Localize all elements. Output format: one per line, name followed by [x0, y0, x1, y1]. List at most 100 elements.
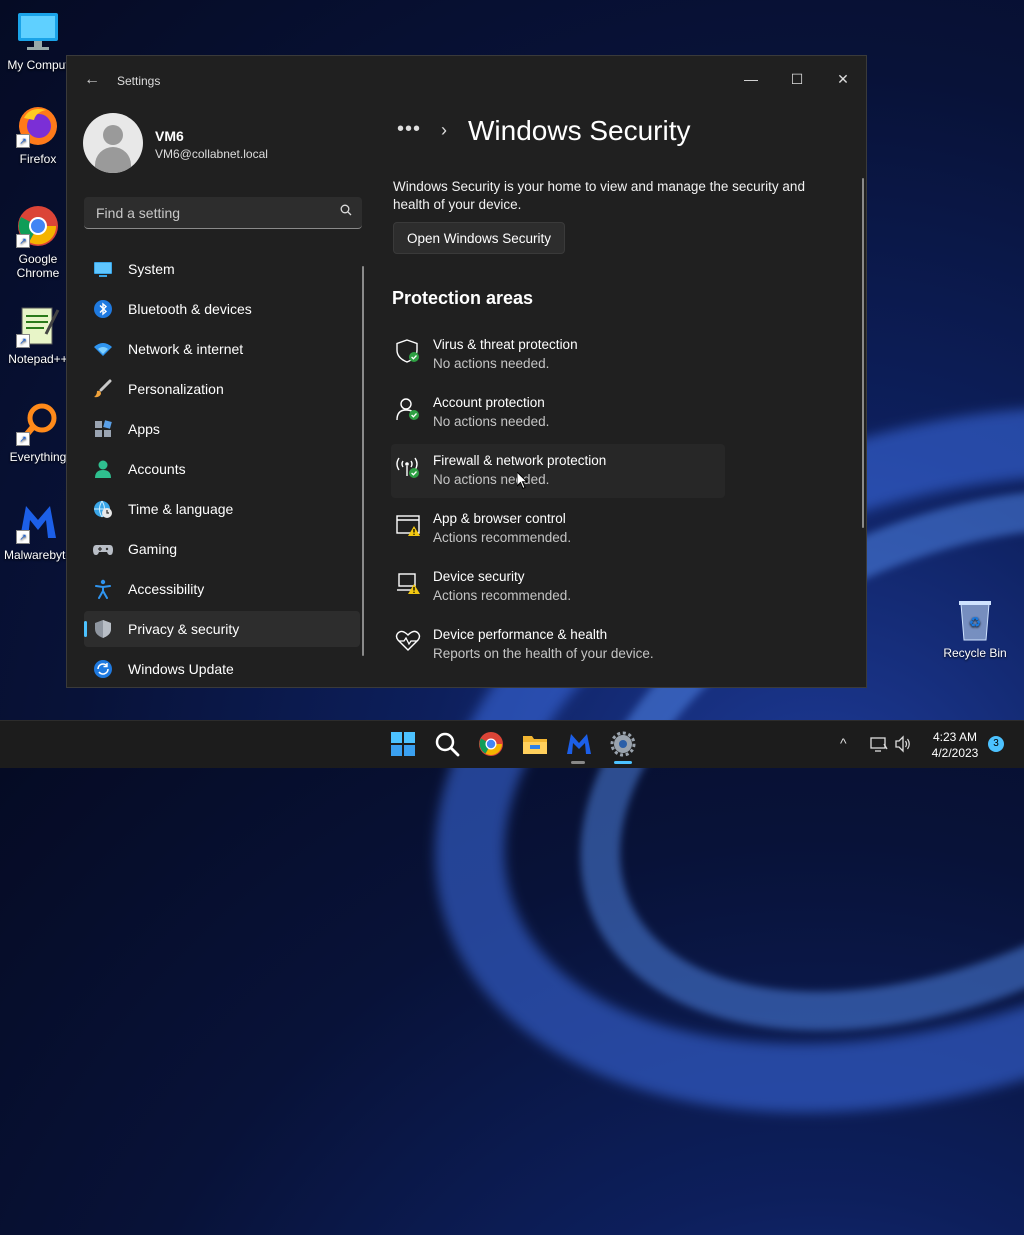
tray-overflow-chevron-icon[interactable]: ^: [840, 735, 847, 751]
desktop-icon-label: Google Chrome: [16, 252, 60, 280]
notification-badge[interactable]: 3: [988, 736, 1004, 752]
firewall-icon: [396, 457, 419, 478]
app-browser-icon: [396, 515, 420, 536]
settings-icon[interactable]: [610, 731, 636, 757]
heart-icon: [395, 630, 421, 651]
area-app-browser[interactable]: App & browser control Actions recommende…: [391, 502, 725, 556]
nav-item-label: Accessibility: [128, 581, 205, 597]
minimize-button[interactable]: —: [731, 64, 771, 94]
protection-areas-list: Virus & threat protection No actions nee…: [391, 328, 725, 676]
svg-text:♻: ♻: [969, 614, 982, 630]
shield-icon: [95, 620, 111, 638]
virus-shield-icon: [396, 339, 419, 363]
desktop-icon-label: Everything: [9, 450, 67, 464]
clock-date: 4/2/2023: [931, 746, 979, 760]
nav-item-personalization[interactable]: Personalization: [84, 371, 360, 407]
search-icon[interactable]: [340, 204, 352, 216]
page-title: Windows Security: [468, 115, 691, 146]
maximize-button[interactable]: ☐: [777, 64, 817, 94]
desktop-icon-label: Recycle Bin: [943, 646, 1007, 660]
nav-item-label: Network & internet: [128, 341, 244, 357]
desktop-icon-everything[interactable]: ↗ Everything: [0, 402, 76, 464]
breadcrumb-chevron-icon: ›: [441, 120, 447, 140]
nav-item-apps[interactable]: Apps: [84, 411, 360, 447]
desktop-icon-malwarebytes[interactable]: ↗ Malwarebyte: [0, 500, 76, 562]
area-title: Device performance & health: [433, 627, 608, 642]
area-status: Reports on the health of your device.: [433, 646, 654, 661]
mouse-cursor-icon: [517, 472, 529, 490]
nav-item-privacy-security[interactable]: Privacy & security: [84, 611, 360, 647]
area-status: No actions needed.: [433, 356, 550, 371]
magnifier-icon: ↗: [16, 402, 60, 446]
open-windows-security-button[interactable]: Open Windows Security: [393, 222, 565, 254]
search-box[interactable]: [84, 197, 362, 229]
file-explorer-icon[interactable]: [522, 731, 548, 757]
nav-item-accessibility[interactable]: Accessibility: [84, 571, 360, 607]
firefox-icon: ↗: [16, 104, 60, 148]
nav-item-label: System: [128, 261, 175, 277]
nav-item-label: Privacy & security: [128, 621, 240, 637]
area-device-security[interactable]: Device security Actions recommended.: [391, 560, 725, 614]
nav-item-windows-update[interactable]: Windows Update: [84, 651, 360, 687]
shortcut-arrow-icon: ↗: [16, 334, 30, 348]
accessibility-icon: [95, 579, 111, 599]
apps-icon: [95, 420, 112, 437]
breadcrumb-overflow-button[interactable]: •••: [397, 118, 421, 141]
desktop-icon-recycle-bin[interactable]: ♻ Recycle Bin: [937, 598, 1013, 660]
desktop-icon-my-computer[interactable]: My Comput: [0, 10, 76, 72]
taskbar: ^ 4:23 AM 4/2/2023 3: [0, 720, 1024, 768]
shortcut-arrow-icon: ↗: [16, 530, 30, 544]
search-input[interactable]: [94, 197, 328, 229]
area-firewall-network[interactable]: Firewall & network protection No actions…: [391, 444, 725, 498]
nav-item-gaming[interactable]: Gaming: [84, 531, 360, 567]
close-button[interactable]: ✕: [823, 64, 863, 94]
malwarebytes-icon: ↗: [16, 500, 60, 544]
nav-list: System Bluetooth & devices Network & int…: [84, 251, 360, 687]
chrome-icon[interactable]: [478, 731, 504, 757]
device-security-icon: [397, 573, 420, 594]
section-heading: Protection areas: [392, 288, 534, 308]
nav-item-label: Apps: [128, 421, 160, 437]
nav-item-accounts[interactable]: Accounts: [84, 451, 360, 487]
nav-item-time-language[interactable]: Time & language: [84, 491, 360, 527]
desktop-icon-google-chrome[interactable]: ↗ Google Chrome: [0, 204, 76, 280]
malwarebytes-icon[interactable]: [566, 731, 592, 757]
nav-item-bluetooth[interactable]: Bluetooth & devices: [84, 291, 360, 327]
settings-window: ← Settings — ☐ ✕ VM6 VM6@collabnet.local…: [66, 55, 867, 688]
search-icon[interactable]: [434, 731, 460, 757]
area-device-performance[interactable]: Device performance & health Reports on t…: [391, 618, 725, 672]
desktop-icon-firefox[interactable]: ↗ Firefox: [0, 104, 76, 166]
avatar-head: [103, 125, 123, 145]
nav-item-label: Gaming: [128, 541, 178, 557]
monitor-icon: [94, 262, 112, 277]
user-name: VM6: [155, 128, 184, 144]
notepad-plus-plus-icon: ↗: [16, 304, 60, 348]
nav-item-network[interactable]: Network & internet: [84, 331, 360, 367]
area-title: App & browser control: [433, 511, 566, 526]
avatar-body: [95, 147, 131, 173]
gamepad-icon: [93, 545, 113, 555]
clock-time: 4:23 AM: [932, 730, 978, 744]
start-icon[interactable]: [390, 731, 416, 757]
area-account-protection[interactable]: Account protection No actions needed.: [391, 386, 725, 440]
avatar[interactable]: [83, 113, 143, 173]
desktop-icon-notepad-plus-plus[interactable]: ↗ Notepad++: [0, 304, 76, 366]
back-button[interactable]: ←: [81, 70, 103, 90]
area-status: No actions needed.: [433, 472, 550, 487]
desktop-icon-label: Notepad++: [8, 352, 68, 366]
nav-item-system[interactable]: System: [84, 251, 360, 287]
network-icon[interactable]: [870, 735, 888, 753]
wifi-icon: [94, 343, 112, 356]
volume-icon[interactable]: [894, 735, 912, 753]
nav-item-label: Time & language: [128, 501, 234, 517]
recycle-bin-icon: ♻: [953, 598, 997, 642]
globe-clock-icon: [94, 500, 112, 518]
area-virus-threat[interactable]: Virus & threat protection No actions nee…: [391, 328, 725, 382]
nav-item-label: Personalization: [128, 381, 224, 397]
person-icon: [95, 460, 111, 478]
clock[interactable]: 4:23 AM 4/2/2023: [920, 729, 990, 761]
content-scrollbar[interactable]: [862, 178, 864, 528]
nav-scrollbar[interactable]: [362, 266, 364, 656]
running-indicator: [571, 761, 585, 764]
title-bar[interactable]: ← Settings — ☐ ✕: [67, 56, 866, 104]
